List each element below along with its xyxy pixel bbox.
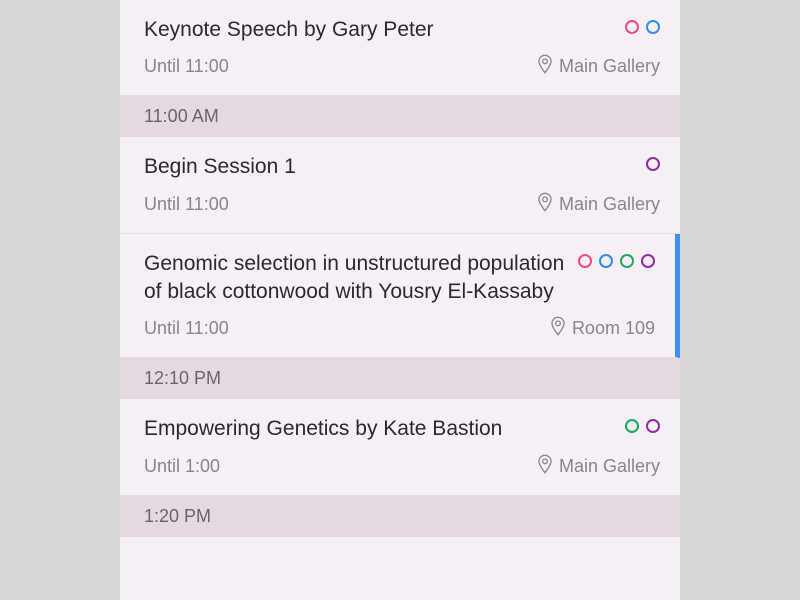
- time-divider: 1:20 PM: [120, 496, 680, 537]
- location-pin-icon: [550, 316, 566, 341]
- location-pin-icon: [537, 454, 553, 479]
- event-title: Keynote Speech by Gary Peter: [144, 16, 613, 44]
- green-tag-dot-icon: [620, 254, 634, 268]
- event-title: Begin Session 1: [144, 153, 634, 181]
- event-card[interactable]: Begin Session 1 Until 11:00 Main Gallery: [120, 137, 680, 233]
- event-location: Main Gallery: [537, 454, 660, 479]
- event-location-text: Main Gallery: [559, 194, 660, 215]
- event-location-text: Room 109: [572, 318, 655, 339]
- event-location-text: Main Gallery: [559, 56, 660, 77]
- event-tags: [646, 153, 660, 171]
- event-tags: [625, 16, 660, 34]
- event-until-time: Until 11:00: [144, 56, 229, 77]
- location-pin-icon: [537, 54, 553, 79]
- event-card[interactable]: Genomic selection in unstructured popula…: [120, 234, 680, 359]
- pink-tag-dot-icon: [578, 254, 592, 268]
- pink-tag-dot-icon: [625, 20, 639, 34]
- event-until-time: Until 1:00: [144, 456, 220, 477]
- blue-tag-dot-icon: [599, 254, 613, 268]
- purple-tag-dot-icon: [641, 254, 655, 268]
- schedule-list: Keynote Speech by Gary Peter Until 11:00 M…: [120, 0, 680, 600]
- event-tags: [578, 250, 655, 268]
- event-tags: [625, 415, 660, 433]
- purple-tag-dot-icon: [646, 157, 660, 171]
- time-divider: 12:10 PM: [120, 358, 680, 399]
- event-location: Main Gallery: [537, 54, 660, 79]
- event-title: Genomic selection in unstructured popula…: [144, 250, 566, 307]
- event-card[interactable]: Empowering Genetics by Kate Bastion Until…: [120, 399, 680, 495]
- event-location: Main Gallery: [537, 192, 660, 217]
- time-divider: 11:00 AM: [120, 96, 680, 137]
- event-until-time: Until 11:00: [144, 194, 229, 215]
- event-title: Empowering Genetics by Kate Bastion: [144, 415, 613, 443]
- event-card[interactable]: Keynote Speech by Gary Peter Until 11:00 M…: [120, 0, 680, 96]
- green-tag-dot-icon: [625, 419, 639, 433]
- event-until-time: Until 11:00: [144, 318, 229, 339]
- blue-tag-dot-icon: [646, 20, 660, 34]
- event-location: Room 109: [550, 316, 655, 341]
- purple-tag-dot-icon: [646, 419, 660, 433]
- location-pin-icon: [537, 192, 553, 217]
- event-location-text: Main Gallery: [559, 456, 660, 477]
